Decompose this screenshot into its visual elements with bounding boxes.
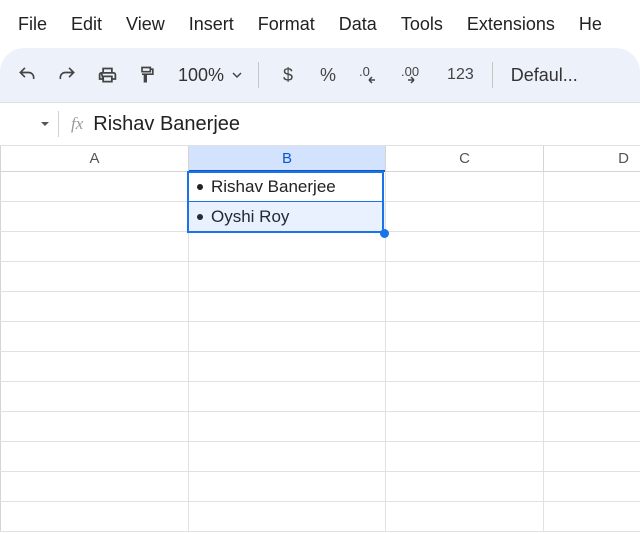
cell-D1[interactable] xyxy=(544,172,640,201)
cell-A2[interactable] xyxy=(1,202,189,231)
menu-format[interactable]: Format xyxy=(246,8,327,41)
decrease-decimal-button[interactable]: .0 xyxy=(351,58,389,92)
cell[interactable] xyxy=(544,262,640,291)
cell-A1[interactable] xyxy=(1,172,189,201)
menu-extensions[interactable]: Extensions xyxy=(455,8,567,41)
cell[interactable] xyxy=(544,472,640,501)
cell[interactable] xyxy=(189,382,386,411)
cell-B1[interactable]: Rishav Banerjee xyxy=(189,172,386,201)
font-family-dropdown[interactable]: Defaul... xyxy=(505,65,584,86)
column-headers: A B C D xyxy=(0,146,640,172)
cell[interactable] xyxy=(189,292,386,321)
cell-B2[interactable]: Oyshi Roy xyxy=(189,202,386,231)
cell[interactable] xyxy=(1,382,189,411)
cell[interactable] xyxy=(1,472,189,501)
paint-format-button[interactable] xyxy=(130,58,164,92)
cell-D2[interactable] xyxy=(544,202,640,231)
menu-data[interactable]: Data xyxy=(327,8,389,41)
cell[interactable] xyxy=(1,352,189,381)
cell[interactable] xyxy=(189,442,386,471)
column-header-D[interactable]: D xyxy=(544,146,640,171)
cell-B1-text: Rishav Banerjee xyxy=(211,177,336,197)
undo-button[interactable] xyxy=(10,58,44,92)
cell[interactable] xyxy=(386,442,544,471)
toolbar-divider xyxy=(258,62,259,88)
cell[interactable] xyxy=(189,232,386,261)
menu-file[interactable]: File xyxy=(6,8,59,41)
cell[interactable] xyxy=(1,412,189,441)
cell[interactable] xyxy=(386,472,544,501)
chevron-down-icon xyxy=(232,70,242,80)
cell[interactable] xyxy=(544,292,640,321)
zoom-value: 100% xyxy=(178,65,224,86)
toolbar: 100% $ % .0 .00 123 Defaul... xyxy=(0,48,640,102)
column-header-A[interactable]: A xyxy=(1,146,189,171)
cell[interactable] xyxy=(544,352,640,381)
name-box-dropdown[interactable] xyxy=(0,103,58,145)
menu-help[interactable]: He xyxy=(567,8,602,41)
number-format-button[interactable]: 123 xyxy=(441,66,480,84)
cell[interactable] xyxy=(386,322,544,351)
cell[interactable] xyxy=(386,412,544,441)
formula-bar: fx xyxy=(0,102,640,146)
redo-button[interactable] xyxy=(50,58,84,92)
menu-view[interactable]: View xyxy=(114,8,177,41)
menu-edit[interactable]: Edit xyxy=(59,8,114,41)
cell[interactable] xyxy=(386,262,544,291)
bullet-icon xyxy=(197,214,203,220)
menu-bar: File Edit View Insert Format Data Tools … xyxy=(0,0,640,48)
cell[interactable] xyxy=(1,322,189,351)
cell[interactable] xyxy=(544,232,640,261)
cell[interactable] xyxy=(544,382,640,411)
cell[interactable] xyxy=(544,322,640,351)
cell[interactable] xyxy=(1,262,189,291)
formula-input[interactable] xyxy=(93,113,640,136)
cell[interactable] xyxy=(386,502,544,531)
currency-button[interactable]: $ xyxy=(271,58,305,92)
cell[interactable] xyxy=(386,382,544,411)
cell[interactable] xyxy=(544,412,640,441)
cell[interactable] xyxy=(1,442,189,471)
zoom-dropdown[interactable]: 100% xyxy=(170,65,246,86)
column-header-B[interactable]: B xyxy=(189,146,386,171)
cell[interactable] xyxy=(189,472,386,501)
cell[interactable] xyxy=(386,232,544,261)
toolbar-divider-2 xyxy=(492,62,493,88)
cell[interactable] xyxy=(386,292,544,321)
spreadsheet-grid: A B C D Rishav Banerjee Oyshi Roy xyxy=(0,146,640,534)
cell[interactable] xyxy=(544,442,640,471)
cell-B2-text: Oyshi Roy xyxy=(211,207,289,227)
print-button[interactable] xyxy=(90,58,124,92)
cell[interactable] xyxy=(189,322,386,351)
cell[interactable] xyxy=(189,262,386,291)
column-header-C[interactable]: C xyxy=(386,146,544,171)
percent-button[interactable]: % xyxy=(311,58,345,92)
grid-rows: Rishav Banerjee Oyshi Roy xyxy=(0,172,640,532)
cell[interactable] xyxy=(1,232,189,261)
cell[interactable] xyxy=(1,502,189,531)
cell[interactable] xyxy=(189,502,386,531)
cell[interactable] xyxy=(1,292,189,321)
cell-C1[interactable] xyxy=(386,172,544,201)
svg-text:.0: .0 xyxy=(359,64,370,79)
fx-icon: fx xyxy=(59,114,93,134)
row-1: Rishav Banerjee xyxy=(0,172,640,202)
bullet-icon xyxy=(197,184,203,190)
svg-text:.00: .00 xyxy=(401,64,419,79)
cell-C2[interactable] xyxy=(386,202,544,231)
cell[interactable] xyxy=(386,352,544,381)
increase-decimal-button[interactable]: .00 xyxy=(395,58,435,92)
menu-tools[interactable]: Tools xyxy=(389,8,455,41)
row-2: Oyshi Roy xyxy=(0,202,640,232)
menu-insert[interactable]: Insert xyxy=(177,8,246,41)
cell[interactable] xyxy=(189,352,386,381)
cell[interactable] xyxy=(189,412,386,441)
cell[interactable] xyxy=(544,502,640,531)
